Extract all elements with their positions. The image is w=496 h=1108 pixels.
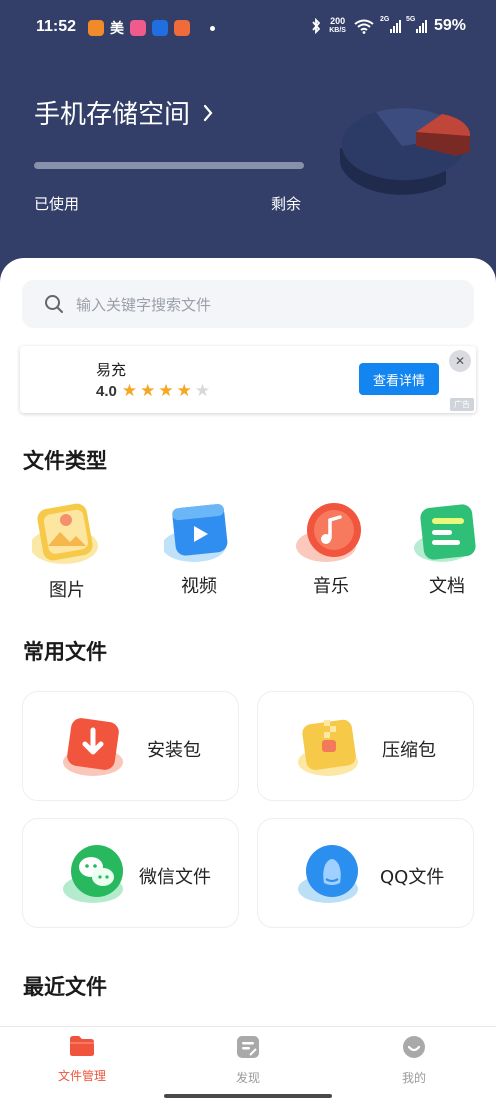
file-type-music[interactable]: 音乐 bbox=[286, 500, 376, 600]
orange-app-icon bbox=[174, 20, 190, 36]
nav-mine-label: 我的 bbox=[401, 1071, 426, 1085]
more-notifications-icon bbox=[210, 25, 215, 31]
storage-title: 手机存储空间 bbox=[34, 100, 191, 130]
zip-icon bbox=[298, 719, 358, 776]
pink-app-icon bbox=[130, 20, 146, 36]
common-file-wechat-label: 微信文件 bbox=[139, 867, 211, 888]
qq-icon bbox=[298, 845, 358, 903]
folder-icon bbox=[70, 1036, 94, 1056]
star-icon: ★ bbox=[158, 381, 174, 401]
nav-mine[interactable]: 我的 bbox=[354, 1035, 474, 1086]
search-input[interactable]: 输入关键字搜索文件 bbox=[76, 294, 211, 315]
used-label: 已使用 bbox=[34, 195, 80, 213]
network-speed-value: 200 bbox=[330, 16, 346, 26]
signal-5g-label: 5G bbox=[405, 16, 416, 23]
common-file-qq[interactable]: QQ文件 bbox=[257, 818, 474, 928]
status-bar: 11:52 美 200 KB/S 2G 5G 59% bbox=[0, 0, 496, 60]
common-files-title: 常用文件 bbox=[23, 640, 107, 664]
apk-icon bbox=[63, 718, 123, 776]
nav-file-manager-label: 文件管理 bbox=[57, 1069, 106, 1083]
file-type-image-label: 图片 bbox=[49, 580, 85, 601]
file-types-title: 文件类型 bbox=[23, 449, 107, 473]
document-icon bbox=[414, 504, 476, 562]
close-icon[interactable]: ✕ bbox=[449, 350, 471, 372]
nav-file-manager[interactable]: 文件管理 bbox=[22, 1035, 142, 1084]
meituan-icon: 美 bbox=[110, 21, 124, 37]
signal-2g-icon: 2G bbox=[380, 16, 401, 33]
image-icon bbox=[32, 503, 98, 564]
common-file-qq-label: QQ文件 bbox=[380, 867, 445, 888]
ad-rating-score: 4.0 bbox=[96, 383, 117, 400]
recent-files-title: 最近文件 bbox=[23, 975, 107, 999]
network-speed: 200 KB/S bbox=[329, 17, 346, 35]
storage-pie-chart-icon bbox=[340, 108, 471, 195]
free-label: 剩余 bbox=[271, 195, 302, 213]
ad-banner[interactable]: 易充 4.0 ★ ★ ★ ★ ★ 查看详情 ✕ 广告 bbox=[20, 346, 476, 413]
ad-badge: 广告 bbox=[450, 398, 474, 411]
ad-rating: 4.0 ★ ★ ★ ★ ★ bbox=[96, 383, 210, 401]
ad-app-name: 易充 bbox=[96, 361, 127, 379]
chevron-right-icon bbox=[203, 104, 213, 121]
network-speed-unit: KB/S bbox=[329, 27, 346, 34]
common-file-apk-label: 安装包 bbox=[147, 740, 201, 761]
view-details-button[interactable]: 查看详情 bbox=[359, 363, 439, 395]
storage-title-link[interactable]: 手机存储空间 bbox=[34, 94, 214, 131]
status-time: 11:52 bbox=[36, 18, 77, 35]
file-type-document-label: 文档 bbox=[429, 576, 465, 597]
star-icon: ★ bbox=[176, 381, 192, 401]
nav-discover-label: 发现 bbox=[235, 1071, 260, 1085]
signal-2g-label: 2G bbox=[379, 16, 390, 23]
ad-stars: ★ ★ ★ ★ ★ bbox=[122, 383, 210, 400]
search-bar[interactable]: 输入关键字搜索文件 bbox=[22, 280, 474, 328]
discover-icon bbox=[237, 1036, 259, 1058]
music-icon bbox=[296, 503, 361, 562]
file-type-video-label: 视频 bbox=[181, 576, 217, 597]
star-icon: ★ bbox=[194, 381, 211, 401]
common-file-zip[interactable]: 压缩包 bbox=[257, 691, 474, 801]
search-icon bbox=[45, 295, 63, 313]
common-file-wechat[interactable]: 微信文件 bbox=[22, 818, 239, 928]
file-type-music-label: 音乐 bbox=[313, 576, 349, 597]
blue-app-icon bbox=[152, 20, 168, 36]
home-indicator[interactable] bbox=[164, 1094, 332, 1098]
common-file-zip-label: 压缩包 bbox=[382, 740, 436, 761]
bluetooth-icon bbox=[312, 18, 321, 34]
star-icon: ★ bbox=[140, 381, 156, 401]
star-icon: ★ bbox=[121, 381, 138, 401]
heart-app-icon bbox=[88, 20, 104, 36]
common-file-apk[interactable]: 安装包 bbox=[22, 691, 239, 801]
battery-level: 59% bbox=[433, 17, 466, 34]
video-icon bbox=[164, 504, 228, 562]
storage-progress-bar bbox=[34, 162, 304, 169]
signal-5g-icon: 5G bbox=[406, 16, 427, 33]
wechat-icon bbox=[63, 845, 123, 903]
file-type-image[interactable]: 图片 bbox=[22, 500, 112, 601]
file-type-document[interactable]: 文档 bbox=[402, 500, 492, 600]
file-type-video[interactable]: 视频 bbox=[154, 500, 244, 600]
profile-icon bbox=[403, 1036, 425, 1058]
notification-icons: 美 bbox=[88, 18, 215, 38]
nav-discover[interactable]: 发现 bbox=[188, 1035, 308, 1086]
wifi-icon bbox=[354, 19, 374, 34]
system-status: 200 KB/S 2G 5G 59% bbox=[311, 16, 466, 35]
